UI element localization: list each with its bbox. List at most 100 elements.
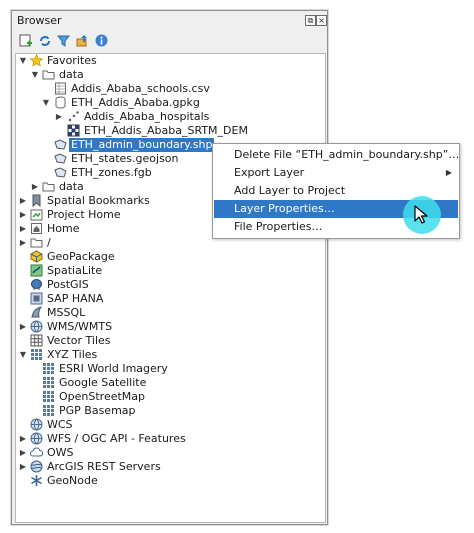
globe-icon: [30, 432, 43, 445]
globe-icon: [30, 418, 43, 431]
filter-icon: [57, 35, 70, 47]
tree-item-pgp[interactable]: PGP Basemap: [16, 404, 325, 418]
collapsed-arrow-icon[interactable]: ▶: [19, 223, 27, 235]
collapsed-arrow-icon[interactable]: ▶: [19, 433, 27, 445]
collapsed-arrow-icon[interactable]: ▶: [19, 447, 27, 459]
panel-title: Browser: [17, 14, 62, 27]
tree-item-xyz-tiles[interactable]: ▼ XYZ Tiles: [16, 348, 325, 362]
polygon-layer-icon: [54, 167, 67, 178]
tree-item-label: SpatiaLite: [47, 264, 103, 277]
tree-item-esri[interactable]: ESRI World Imagery: [16, 362, 325, 376]
menu-item-label: Layer Properties…: [234, 202, 335, 215]
collapsed-arrow-icon[interactable]: ▶: [19, 461, 27, 473]
tree-item-wfs[interactable]: ▶ WFS / OGC API - Features: [16, 432, 325, 446]
home-icon: [31, 223, 42, 234]
tree-item-hospitals[interactable]: ▶ Addis_Ababa_hospitals: [16, 110, 325, 124]
tree-item-label: ETH_admin_boundary.shp: [69, 138, 215, 152]
tree-item-label: GeoNode: [47, 474, 98, 487]
collapsed-arrow-icon[interactable]: ▶: [19, 237, 27, 249]
tree-item-label: ESRI World Imagery: [59, 362, 168, 375]
refresh-button[interactable]: [37, 33, 52, 48]
spatialite-icon: [30, 264, 43, 277]
tree-item-label: WFS / OGC API - Features: [47, 432, 186, 445]
table-file-icon: [55, 82, 66, 95]
collapsed-arrow-icon[interactable]: ▶: [31, 181, 39, 193]
menu-item-export-layer[interactable]: Export Layer ▶: [214, 164, 458, 182]
tree-item-schools-csv[interactable]: Addis_Ababa_schools.csv: [16, 82, 325, 96]
tree-item-ows[interactable]: ▶ OWS: [16, 446, 325, 460]
tree-item-label: Addis_Ababa_hospitals: [84, 110, 210, 123]
folder-icon: [30, 238, 43, 248]
tree-item-label: ArcGIS REST Servers: [47, 460, 161, 473]
expanded-arrow-icon[interactable]: ▼: [19, 55, 27, 67]
browser-toolbar: [12, 30, 327, 52]
collapsed-arrow-icon[interactable]: ▶: [19, 209, 27, 221]
tree-item-label: Spatial Bookmarks: [47, 194, 150, 207]
info-button[interactable]: [94, 33, 109, 48]
float-panel-button[interactable]: ⧉: [305, 15, 316, 26]
tree-item-sap-hana[interactable]: SAP HANA: [16, 292, 325, 306]
tree-item-label: data: [59, 68, 84, 81]
menu-item-label: Delete File “ETH_admin_boundary.shp”…: [234, 148, 460, 161]
postgis-elephant-icon: [31, 279, 42, 290]
geopackage-icon: [30, 250, 43, 263]
tree-item-osm[interactable]: OpenStreetMap: [16, 390, 325, 404]
collapsed-arrow-icon[interactable]: ▶: [19, 195, 27, 207]
tree-item-geopackage[interactable]: GeoPackage: [16, 250, 325, 264]
xyz-tiles-icon: [31, 349, 42, 360]
tree-item-label: PostGIS: [47, 278, 89, 291]
info-icon: [95, 34, 108, 47]
tree-item-arcgis[interactable]: ▶ ArcGIS REST Servers: [16, 460, 325, 474]
submenu-arrow-icon: ▶: [445, 168, 452, 177]
vector-tiles-icon: [30, 334, 43, 347]
bookmark-icon: [32, 194, 41, 207]
tree-item-label: OpenStreetMap: [59, 390, 146, 403]
menu-item-delete-file[interactable]: Delete File “ETH_admin_boundary.shp”…: [214, 146, 460, 164]
polygon-layer-icon: [54, 139, 67, 150]
add-selected-layers-button[interactable]: [18, 33, 33, 48]
tree-item-label: SAP HANA: [47, 292, 104, 305]
tree-item-geonode[interactable]: GeoNode: [16, 474, 325, 488]
star-icon: [30, 54, 43, 67]
folder-icon: [42, 182, 55, 192]
cloud-icon: [30, 447, 43, 457]
xyz-tiles-icon: [43, 377, 54, 388]
collapsed-arrow-icon[interactable]: ▶: [19, 321, 27, 333]
collapse-all-button[interactable]: [75, 33, 90, 48]
tree-item-label: PGP Basemap: [59, 404, 136, 417]
tree-item-favorites[interactable]: ▼ Favorites: [16, 54, 325, 68]
collapsed-arrow-icon[interactable]: ▶: [55, 111, 63, 123]
tree-item-vector-tiles[interactable]: Vector Tiles: [16, 334, 325, 348]
tree-item-spatialite[interactable]: SpatiaLite: [16, 264, 325, 278]
add-selected-layers-icon: [19, 34, 32, 47]
filter-button[interactable]: [56, 33, 71, 48]
refresh-icon: [39, 35, 50, 46]
expanded-arrow-icon[interactable]: ▼: [19, 349, 27, 361]
mssql-icon: [31, 306, 43, 318]
expanded-arrow-icon[interactable]: ▼: [42, 97, 50, 109]
tree-item-mssql[interactable]: MSSQL: [16, 306, 325, 320]
tree-item-postgis[interactable]: PostGIS: [16, 278, 325, 292]
tree-item-label: WCS: [47, 418, 73, 431]
tree-item-gpkg[interactable]: ▼ ETH_Addis_Ababa.gpkg: [16, 96, 325, 110]
collapse-all-icon: [76, 35, 87, 47]
tree-item-srtm[interactable]: ETH_Addis_Ababa_SRTM_DEM: [16, 124, 325, 138]
tree-item-label: OWS: [47, 446, 74, 459]
tree-item-wms-wmts[interactable]: ▶ WMS/WMTS: [16, 320, 325, 334]
tree-item-wcs[interactable]: WCS: [16, 418, 325, 432]
tree-item-label: /: [47, 236, 51, 249]
close-panel-button[interactable]: ×: [316, 15, 327, 26]
tree-item-label: ETH_Addis_Ababa.gpkg: [71, 96, 200, 109]
tree-item-label: Addis_Ababa_schools.csv: [71, 82, 210, 95]
tree-item-label: Favorites: [47, 54, 97, 67]
tree-item-data-folder[interactable]: ▼ data: [16, 68, 325, 82]
expanded-arrow-icon[interactable]: ▼: [31, 69, 39, 81]
panel-titlebar: Browser ⧉ ×: [12, 11, 327, 30]
xyz-tiles-icon: [43, 391, 54, 402]
globe-icon: [30, 320, 43, 333]
polygon-layer-icon: [54, 153, 67, 164]
tree-item-label: ETH_Addis_Ababa_SRTM_DEM: [84, 124, 248, 137]
tree-item-google[interactable]: Google Satellite: [16, 376, 325, 390]
point-layer-icon: [68, 111, 79, 122]
browser-tree[interactable]: ▼ Favorites ▼ data Addis_Ababa_schools.c…: [15, 53, 326, 523]
